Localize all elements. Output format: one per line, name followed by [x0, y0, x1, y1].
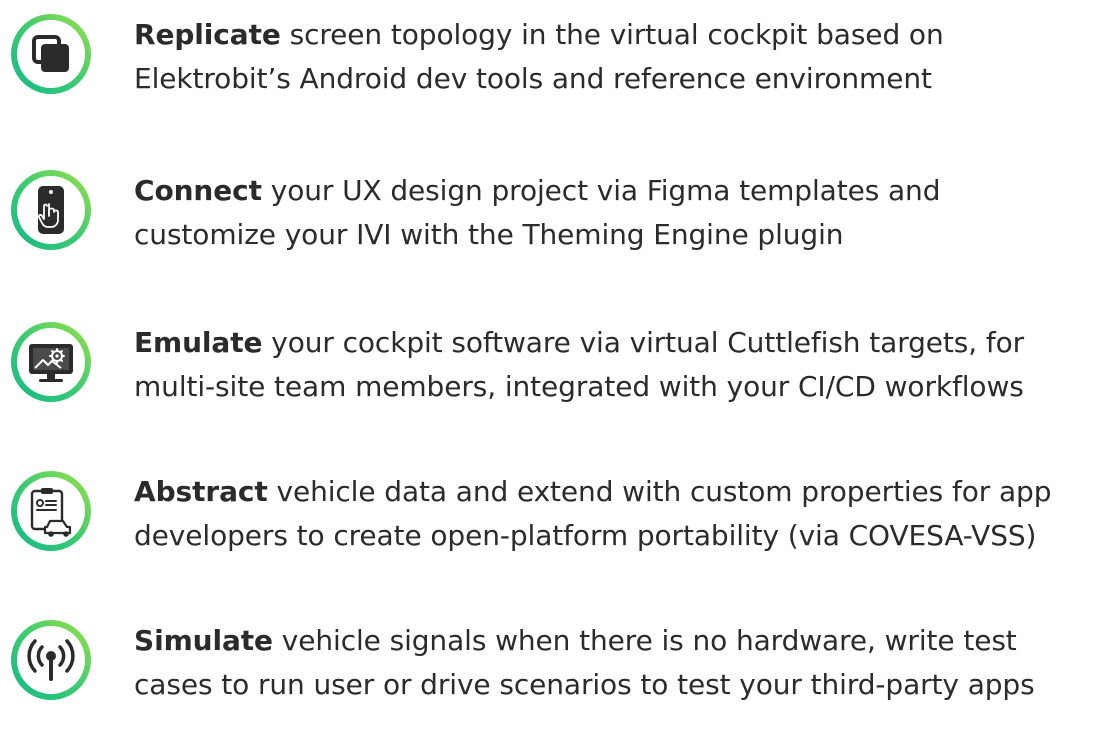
- feature-description: Simulate vehicle signals when there is n…: [134, 619, 1104, 707]
- feature-item-connect: Connect your UX design project via Figma…: [0, 160, 1107, 256]
- feature-line-1: screen topology in the virtual cockpit b…: [289, 18, 944, 51]
- feature-description: Emulate your cockpit software via virtua…: [134, 321, 1104, 409]
- feature-lead: Emulate: [134, 326, 263, 359]
- smartphone-touch-icon: [37, 186, 64, 234]
- feature-item-abstract: Abstract vehicle data and extend with cu…: [0, 461, 1107, 557]
- icon-badge: [11, 14, 91, 94]
- icon-badge: [11, 170, 91, 250]
- broadcast-signal-icon: [27, 639, 75, 681]
- icon-badge: [11, 620, 91, 700]
- feature-item-emulate: Emulate your cockpit software via virtua…: [0, 312, 1107, 408]
- monitor-gear-icon: [29, 344, 73, 382]
- icon-badge: [11, 471, 91, 551]
- icon-badge: [11, 322, 91, 402]
- feature-line-2: Elektrobit’s Android dev tools and refer…: [134, 62, 932, 95]
- feature-line-2: cases to run user or drive scenarios to …: [134, 668, 1035, 701]
- feature-line-2: customize your IVI with the Theming Engi…: [134, 218, 844, 251]
- feature-line-1: vehicle signals when there is no hardwar…: [281, 624, 1017, 657]
- feature-lead: Replicate: [134, 18, 281, 51]
- feature-description: Replicate screen topology in the virtual…: [134, 13, 1104, 101]
- feature-description: Connect your UX design project via Figma…: [134, 169, 1104, 257]
- feature-line-2: developers to create open-platform porta…: [134, 519, 1037, 552]
- feature-item-simulate: Simulate vehicle signals when there is n…: [0, 610, 1107, 706]
- overlapping-squares-icon: [32, 35, 69, 72]
- feature-lead: Simulate: [134, 624, 273, 657]
- feature-lead: Connect: [134, 174, 262, 207]
- feature-lead: Abstract: [134, 475, 268, 508]
- feature-description: Abstract vehicle data and extend with cu…: [134, 470, 1104, 558]
- feature-line-1: your cockpit software via virtual Cuttle…: [271, 326, 1025, 359]
- feature-line-2: multi-site team members, integrated with…: [134, 370, 1024, 403]
- feature-line-1: your UX design project via Figma templat…: [270, 174, 941, 207]
- feature-line-1: vehicle data and extend with custom prop…: [276, 475, 1052, 508]
- feature-item-replicate: Replicate screen topology in the virtual…: [0, 4, 1107, 100]
- clipboard-car-icon: [30, 488, 72, 537]
